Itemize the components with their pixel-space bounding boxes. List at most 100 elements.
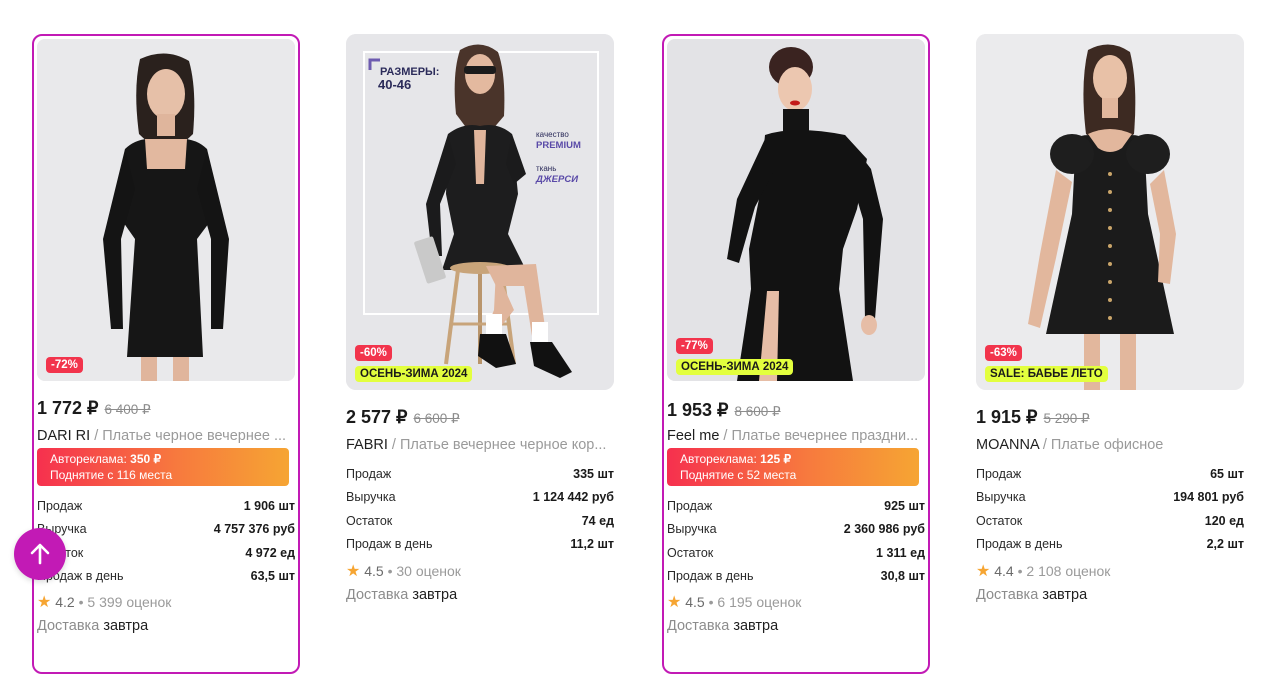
price-row: 1 772 ₽ 6 400 ₽ — [37, 398, 151, 419]
stat-row-sales: Продаж 335 шт — [346, 463, 614, 486]
stat-row-stock: Остаток 74 ед — [346, 510, 614, 533]
brand-name[interactable]: MOANNA — [976, 437, 1039, 453]
rating-count: 6 195 оценок — [717, 594, 802, 610]
stat-row-stock: Остаток4 972 ед — [37, 542, 295, 565]
rating-dot: • — [78, 594, 84, 610]
stat-value: 63,5 шт — [250, 568, 295, 583]
product-title[interactable]: MOANNA / Платье офисное — [976, 437, 1238, 453]
stat-row-stock: Остаток 1 311 ед — [667, 542, 925, 565]
delivery-label: Доставка — [976, 587, 1039, 603]
discount-badge: -60% — [355, 345, 392, 361]
stat-row-sales: Продаж 925 шт — [667, 495, 925, 518]
stat-row-revenue: Выручка 194 801 руб — [976, 486, 1244, 509]
stat-label: Остаток — [667, 545, 714, 560]
sizes-value: 40-46 — [378, 77, 412, 92]
product-title[interactable]: DARI RI / Платье черное вечернее ... — [37, 428, 299, 444]
product-image — [37, 39, 295, 381]
product-photo[interactable]: -72% — [37, 39, 295, 381]
stat-label: Остаток — [346, 513, 393, 528]
product-title[interactable]: FABRI / Платье вечернее черное кор... — [346, 437, 608, 453]
product-card[interactable]: -77% ОСЕНЬ-ЗИМА 2024 1 953 ₽ 8 600 ₽ Feel… — [662, 34, 930, 674]
stat-row-revenue: Выручка 4 757 376 руб — [37, 518, 295, 541]
product-name[interactable]: / Платье офисное — [1039, 437, 1163, 453]
stat-value: 2 360 986 руб — [843, 522, 925, 537]
stat-label: Продаж в день — [667, 568, 754, 583]
stat-value: 1 124 442 руб — [532, 490, 614, 505]
stats-list: Продаж 1 906 шт Выручка4 757 376 руб Оста… — [37, 495, 295, 588]
autoad-raise: Поднятие с 116 места — [50, 468, 173, 482]
stats-list: Продаж 65 шт Выручка 194 801 руб Остаток 12… — [976, 463, 1244, 556]
stat-value: 4 972 ед — [245, 545, 295, 560]
stat-label: Выручка — [976, 490, 1026, 505]
stat-label: Продаж — [37, 499, 83, 513]
stat-row-sales: Продаж 1 906 шт — [37, 495, 295, 518]
stat-value: 30,8 шт — [880, 568, 925, 583]
old-price: 6 600 ₽ — [413, 411, 460, 426]
current-price: 1 953 ₽ — [667, 400, 729, 420]
old-price: 5 290 ₽ — [1043, 411, 1090, 426]
product-name[interactable]: / Платье вечернее праздни... — [719, 428, 918, 444]
fabric-label: ткань — [536, 164, 557, 173]
delivery: Доставка завтра — [976, 587, 1087, 603]
stat-value: 1 311 ед — [876, 545, 925, 560]
rating-count: 5 399 оценок — [87, 594, 172, 610]
discount-badge: -77% — [676, 338, 713, 354]
current-price: 1 772 ₽ — [37, 398, 99, 418]
stat-value: 1 906 шт — [243, 499, 295, 513]
old-price: 6 400 ₽ — [104, 402, 151, 417]
product-photo[interactable]: -63% SALE: БАБЬЕ ЛЕТО — [976, 34, 1244, 390]
promo-tag: SALE: БАБЬЕ ЛЕТО — [985, 366, 1108, 382]
rating-count: 30 оценок — [396, 563, 461, 579]
star-icon: ★ — [37, 594, 52, 611]
brand-name[interactable]: Feel me — [667, 428, 719, 444]
delivery-when: завтра — [733, 618, 779, 634]
stat-value: 194 801 руб — [1173, 490, 1244, 505]
price-row: 2 577 ₽ 6 600 ₽ — [346, 407, 460, 428]
delivery-when: завтра — [412, 587, 458, 603]
product-image — [976, 34, 1244, 390]
stat-label: Выручка — [346, 490, 396, 505]
stat-label: Выручка — [667, 522, 717, 537]
delivery-label: Доставка — [37, 618, 100, 634]
arrow-up-icon — [30, 543, 50, 565]
stat-row-revenue: Выручка 1 124 442 руб — [346, 486, 614, 509]
stat-row-daily: Продаж в день 11,2 шт — [346, 533, 614, 556]
discount-badge: -72% — [46, 357, 83, 373]
scroll-to-top-button[interactable] — [14, 528, 66, 580]
promo-tag: ОСЕНЬ-ЗИМА 2024 — [355, 366, 473, 382]
rating: ★ 4.5 • 6 195 оценок — [667, 592, 801, 612]
stat-row-revenue: Выручка 2 360 986 руб — [667, 518, 925, 541]
product-title[interactable]: Feel me / Платье вечернее праздни... — [667, 428, 929, 444]
brand-name[interactable]: FABRI — [346, 437, 388, 453]
autoad-raise: Поднятие с 52 места — [680, 468, 797, 482]
stat-value: 120 ед — [1204, 513, 1244, 528]
delivery-when: завтра — [1042, 587, 1088, 603]
delivery-label: Доставка — [667, 618, 730, 634]
product-card[interactable]: -72% 1 772 ₽ 6 400 ₽ DARI RI / Платье чер… — [32, 34, 300, 674]
delivery: Доставка завтра — [667, 618, 778, 634]
rating-count: 2 108 оценок — [1026, 563, 1111, 579]
rating: ★ 4.4 • 2 108 оценок — [976, 561, 1110, 581]
rating-dot: • — [387, 563, 393, 579]
autoad-price: 125 ₽ — [760, 452, 792, 466]
discount-badge: -63% — [985, 345, 1022, 361]
product-photo[interactable]: -77% ОСЕНЬ-ЗИМА 2024 — [667, 39, 925, 381]
delivery-label: Доставка — [346, 587, 409, 603]
stat-row-daily: Продаж в день 2,2 шт — [976, 533, 1244, 556]
old-price: 8 600 ₽ — [734, 404, 781, 419]
product-name[interactable]: / Платье вечернее черное кор... — [388, 437, 607, 453]
promo-tag: ОСЕНЬ-ЗИМА 2024 — [676, 359, 794, 375]
rating-score: 4.4 — [994, 563, 1014, 579]
brand-name[interactable]: DARI RI — [37, 428, 90, 444]
current-price: 1 915 ₽ — [976, 407, 1038, 427]
stat-label: Продаж — [667, 499, 713, 513]
stats-list: Продаж 925 шт Выручка 2 360 986 руб Остато… — [667, 495, 925, 588]
product-name[interactable]: / Платье черное вечернее ... — [90, 428, 286, 444]
delivery: Доставка завтра — [346, 587, 457, 603]
rating: ★ 4.2 • 5 399 оценок — [37, 592, 171, 612]
rating-score: 4.2 — [55, 594, 75, 610]
stat-label: Продаж в день — [346, 536, 433, 551]
stat-value: 335 шт — [573, 467, 614, 481]
product-photo[interactable]: РАЗМЕРЫ: 40-46 качество PREMIUM ткань ДЖ… — [346, 34, 614, 390]
stat-row-sales: Продаж 65 шт — [976, 463, 1244, 486]
